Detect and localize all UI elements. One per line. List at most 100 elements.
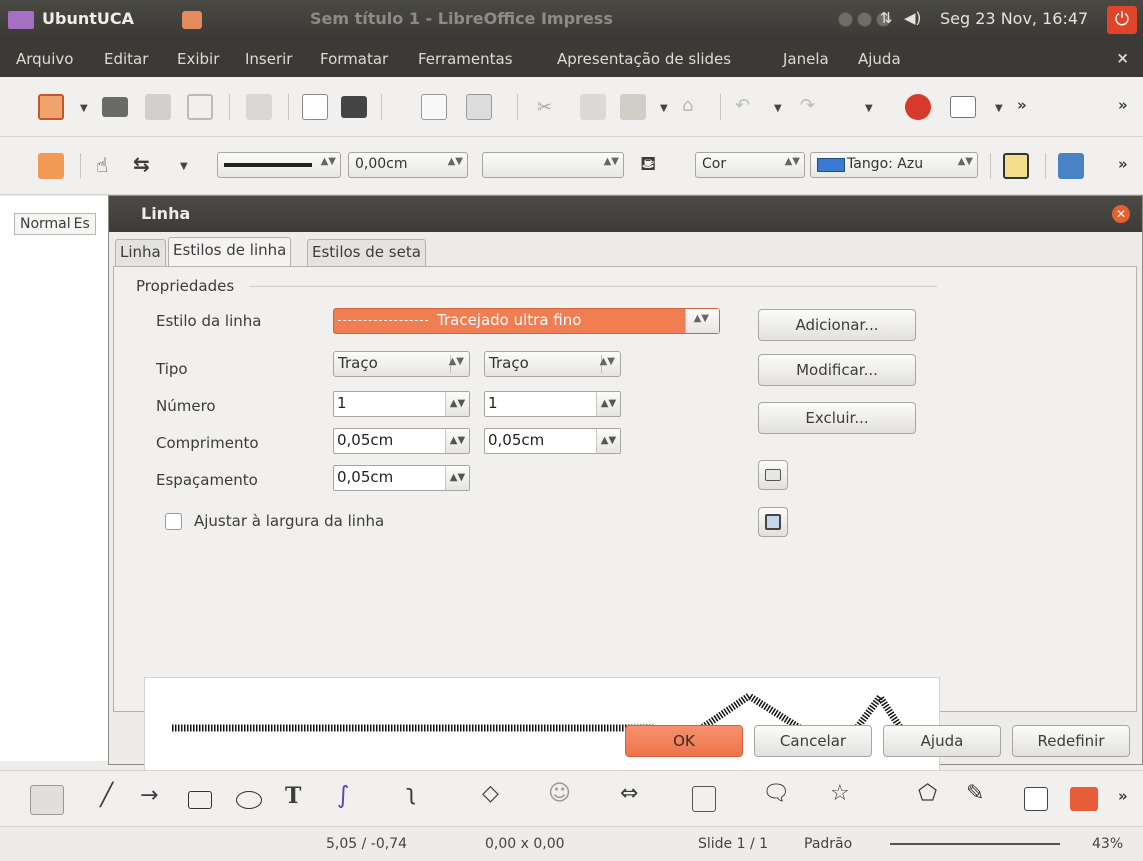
cancel-button[interactable]: Cancelar xyxy=(754,725,872,757)
from-file-icon[interactable] xyxy=(1070,787,1098,811)
help-button[interactable]: Ajuda xyxy=(883,725,1001,757)
redo-icon[interactable]: ↷ xyxy=(800,95,815,116)
ok-button[interactable]: OK xyxy=(625,725,743,757)
fill-type-select[interactable]: Cor ▲▼ xyxy=(695,152,805,178)
pointer-icon[interactable]: ☝ xyxy=(96,153,108,177)
area-fill-icon[interactable]: ⛾ xyxy=(640,151,656,178)
menu-ferramentas[interactable]: Ferramentas xyxy=(418,50,513,68)
maximize-icon[interactable] xyxy=(857,12,872,27)
more-tools-icon[interactable]: » xyxy=(1017,96,1027,114)
tab-linha[interactable]: Linha xyxy=(115,239,166,266)
modify-button[interactable]: Modificar... xyxy=(758,354,916,386)
auto-spellcheck-icon[interactable] xyxy=(466,94,492,120)
text-icon[interactable]: T xyxy=(285,783,301,809)
fill-color-select[interactable]: Tango: Azu ▲▼ xyxy=(810,152,978,178)
print-icon[interactable] xyxy=(341,96,367,118)
number-1-field[interactable]: 1 ▲▼ xyxy=(333,391,470,417)
chevron-down-icon[interactable]: ▼ xyxy=(80,103,88,114)
type-2-combo[interactable]: Traço ▲▼ xyxy=(484,351,621,377)
overflow-icon[interactable]: » xyxy=(1118,155,1128,173)
line-style-combo[interactable]: Tracejado ultra fino ▲▼ xyxy=(333,308,720,334)
add-button[interactable]: Adicionar... xyxy=(758,309,916,341)
close-document-icon[interactable]: × xyxy=(1116,49,1129,67)
zoom-level[interactable]: 43% xyxy=(1092,836,1123,852)
callouts-icon[interactable]: 🗨 xyxy=(762,781,790,806)
number-2-field[interactable]: 1 ▲▼ xyxy=(484,391,621,417)
undo-icon[interactable]: ↶ xyxy=(735,95,750,116)
chevron-down-icon[interactable]: ▼ xyxy=(180,161,188,172)
menu-apresentacao[interactable]: Apresentação de slides xyxy=(557,50,731,68)
spellcheck-icon[interactable] xyxy=(421,94,447,120)
chevron-down-icon[interactable]: ▼ xyxy=(660,103,668,114)
load-list-button[interactable] xyxy=(758,460,788,490)
menu-editar[interactable]: Editar xyxy=(104,50,148,68)
chevron-down-icon[interactable]: ▼ xyxy=(995,103,1003,114)
ellipse-icon[interactable] xyxy=(236,791,262,809)
edit-file-icon[interactable] xyxy=(246,94,272,120)
overflow-icon[interactable]: » xyxy=(1118,787,1128,805)
table-icon[interactable] xyxy=(950,96,976,118)
chevron-down-icon[interactable]: ▼ xyxy=(865,103,873,114)
transformations-icon[interactable] xyxy=(1058,153,1084,179)
arrow-style-icon[interactable]: ⇆ xyxy=(133,152,150,176)
menu-formatar[interactable]: Formatar xyxy=(320,50,388,68)
fontwork-icon[interactable] xyxy=(1024,787,1048,811)
network-icon[interactable]: ⇅ xyxy=(880,9,893,27)
email-icon[interactable] xyxy=(187,94,213,120)
power-icon[interactable]: ⏻ xyxy=(1107,6,1137,34)
volume-icon[interactable]: ◀) xyxy=(904,9,921,27)
block-arrows-icon[interactable]: ⇔ xyxy=(620,781,638,806)
chart-icon[interactable] xyxy=(905,94,931,120)
new-document-icon[interactable] xyxy=(38,94,64,120)
line-color-select[interactable]: ▲▼ xyxy=(482,152,624,178)
chevron-down-icon[interactable]: ▼ xyxy=(774,103,782,114)
export-pdf-icon[interactable] xyxy=(302,94,328,120)
tab-estilos-de-linha[interactable]: Estilos de linha xyxy=(168,237,292,266)
select-arrow-icon[interactable] xyxy=(30,785,64,815)
zoom-slider[interactable] xyxy=(890,843,1060,845)
clone-format-icon[interactable]: ⌂ xyxy=(682,95,693,116)
symbol-shapes-icon[interactable]: ☺ xyxy=(548,781,571,806)
menu-inserir[interactable]: Inserir xyxy=(245,50,292,68)
copy-icon[interactable] xyxy=(580,94,606,120)
save-icon[interactable] xyxy=(145,94,171,120)
stars-icon[interactable]: ☆ xyxy=(830,781,850,806)
save-list-button[interactable] xyxy=(758,507,788,537)
curve-icon[interactable]: ∫ xyxy=(337,781,350,809)
open-folder-icon[interactable] xyxy=(102,97,128,117)
tab-normal[interactable]: Normal Es xyxy=(14,213,96,235)
arrow-line-icon[interactable]: → xyxy=(140,783,158,808)
reset-button[interactable]: Redefinir xyxy=(1012,725,1130,757)
app-name[interactable]: UbuntUCA xyxy=(42,9,134,28)
connector-icon[interactable]: ʅ xyxy=(406,781,416,806)
points-icon[interactable]: ⬠ xyxy=(918,781,937,806)
app-menu-icon[interactable] xyxy=(8,11,34,29)
tab-estilos-de-seta[interactable]: Estilos de seta xyxy=(307,239,426,266)
rectangle-icon[interactable] xyxy=(188,791,212,809)
spacing-field[interactable]: 0,05cm ▲▼ xyxy=(333,465,470,491)
length-2-field[interactable]: 0,05cm ▲▼ xyxy=(484,428,621,454)
overflow-icon[interactable]: » xyxy=(1118,96,1128,114)
paste-icon[interactable] xyxy=(620,94,646,120)
delete-button[interactable]: Excluir... xyxy=(758,402,916,434)
clock[interactable]: Seg 23 Nov, 16:47 xyxy=(940,9,1088,28)
fit-width-checkbox[interactable] xyxy=(165,513,182,530)
line-style-select[interactable]: ▲▼ xyxy=(217,152,341,178)
menu-exibir[interactable]: Exibir xyxy=(177,50,219,68)
type-1-combo[interactable]: Traço ▲▼ xyxy=(333,351,470,377)
shadow-icon[interactable] xyxy=(1003,153,1029,179)
slide-icon[interactable] xyxy=(38,153,64,179)
line-icon[interactable]: ╱ xyxy=(100,783,113,808)
length-1-field[interactable]: 0,05cm ▲▼ xyxy=(333,428,470,454)
impress-app-icon[interactable] xyxy=(182,11,202,29)
close-icon[interactable]: ✕ xyxy=(1112,205,1130,223)
basic-shapes-icon[interactable]: ◇ xyxy=(482,781,499,806)
menu-ajuda[interactable]: Ajuda xyxy=(858,50,901,68)
menu-arquivo[interactable]: Arquivo xyxy=(16,50,73,68)
dialog-titlebar[interactable]: Linha ✕ xyxy=(109,196,1142,232)
minimize-icon[interactable] xyxy=(838,12,853,27)
glue-points-icon[interactable]: ✎ xyxy=(966,781,984,806)
cut-icon[interactable]: ✂ xyxy=(537,97,552,118)
flowchart-icon[interactable] xyxy=(692,786,716,812)
line-width-field[interactable]: 0,00cm ▲▼ xyxy=(348,152,468,178)
